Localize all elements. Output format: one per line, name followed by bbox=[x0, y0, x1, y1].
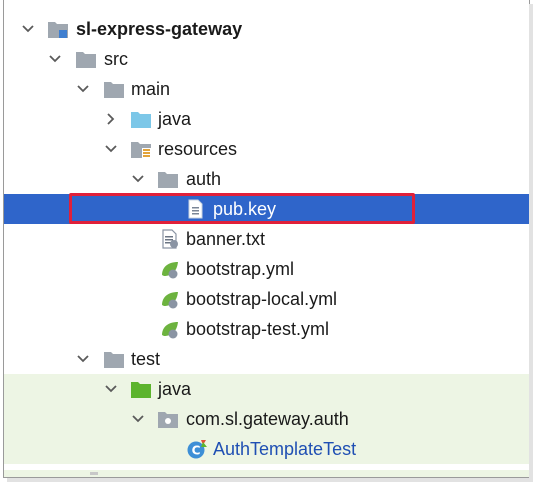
chevron-down-icon[interactable] bbox=[17, 18, 39, 40]
tree-item-label: auth bbox=[186, 169, 222, 189]
spring-yml-icon bbox=[162, 322, 178, 339]
tree-item-label: bootstrap-test.yml bbox=[186, 319, 330, 339]
tree-item-label: src bbox=[104, 49, 128, 69]
tree-item-java-main[interactable]: java bbox=[4, 104, 529, 134]
tree-item-test[interactable]: test bbox=[4, 344, 529, 374]
tree-item-auth[interactable]: auth bbox=[4, 164, 529, 194]
panel-shadow-right bbox=[529, 4, 533, 481]
tree-item-bootstrap-test-yml[interactable]: bootstrap-test.yml bbox=[4, 314, 529, 344]
folder-icon bbox=[158, 172, 178, 188]
text-file-icon bbox=[162, 229, 178, 249]
tree-item-sl-express-gateway[interactable]: sl-express-gateway bbox=[4, 14, 529, 44]
tree-item-label: java bbox=[158, 379, 192, 399]
test-source-folder-icon bbox=[131, 382, 151, 398]
tree-item-label: com.sl.gateway.auth bbox=[186, 409, 349, 429]
tree-item-label: test bbox=[131, 349, 161, 369]
tree-item-banner-txt[interactable]: banner.txt bbox=[4, 224, 529, 254]
tree-item-main[interactable]: main bbox=[4, 74, 529, 104]
panel-shadow-bottom bbox=[7, 478, 533, 482]
tree-item-label: bootstrap.yml bbox=[186, 259, 295, 279]
module-folder-icon bbox=[48, 22, 68, 38]
tree-item-label: banner.txt bbox=[186, 229, 266, 249]
tree-item-bootstrap-local-yml[interactable]: bootstrap-local.yml bbox=[4, 284, 529, 314]
project-tree-panel: sl-express-gateway src main java resourc… bbox=[3, 0, 530, 478]
tree-item-label: bootstrap-local.yml bbox=[186, 289, 338, 309]
chevron-down-icon[interactable] bbox=[100, 378, 122, 400]
chevron-down-icon[interactable] bbox=[127, 408, 149, 430]
spring-yml-icon bbox=[162, 262, 178, 279]
folder-icon bbox=[104, 82, 124, 98]
chevron-down-icon[interactable] bbox=[44, 48, 66, 70]
svg-text:C: C bbox=[192, 444, 201, 458]
chevron-down-icon[interactable] bbox=[127, 168, 149, 190]
text-file-icon bbox=[188, 199, 203, 219]
java-class-icon: C bbox=[187, 440, 207, 459]
chevron-right-icon[interactable] bbox=[100, 108, 122, 130]
spring-yml-icon bbox=[162, 292, 178, 309]
chevron-down-icon[interactable] bbox=[72, 348, 94, 370]
tree-item-auth-template-test[interactable]: C AuthTemplateTest bbox=[4, 434, 529, 464]
tree-item-label: sl-express-gateway bbox=[76, 19, 243, 39]
tree-item-package[interactable]: com.sl.gateway.auth bbox=[4, 404, 529, 434]
resources-folder-icon bbox=[131, 142, 151, 158]
source-folder-icon bbox=[131, 112, 151, 128]
partial-row-bottom bbox=[4, 470, 529, 477]
tree-item-resources[interactable]: resources bbox=[4, 134, 529, 164]
partial-row-top bbox=[4, 0, 529, 6]
tree-item-label: AuthTemplateTest bbox=[213, 439, 357, 459]
tree-item-label: main bbox=[131, 79, 171, 99]
tree-item-src[interactable]: src bbox=[4, 44, 529, 74]
chevron-down-icon[interactable] bbox=[100, 138, 122, 160]
tree-item-label: java bbox=[158, 109, 192, 129]
folder-icon bbox=[104, 352, 124, 368]
tree-item-pub-key[interactable]: pub.key bbox=[4, 194, 529, 224]
tree-item-label: pub.key bbox=[213, 199, 277, 219]
tree-item-bootstrap-yml[interactable]: bootstrap.yml bbox=[4, 254, 529, 284]
tree-item-label: resources bbox=[158, 139, 238, 159]
package-icon bbox=[158, 412, 178, 428]
folder-icon bbox=[76, 52, 96, 68]
chevron-down-icon[interactable] bbox=[72, 78, 94, 100]
tree-item-java-test[interactable]: java bbox=[4, 374, 529, 404]
